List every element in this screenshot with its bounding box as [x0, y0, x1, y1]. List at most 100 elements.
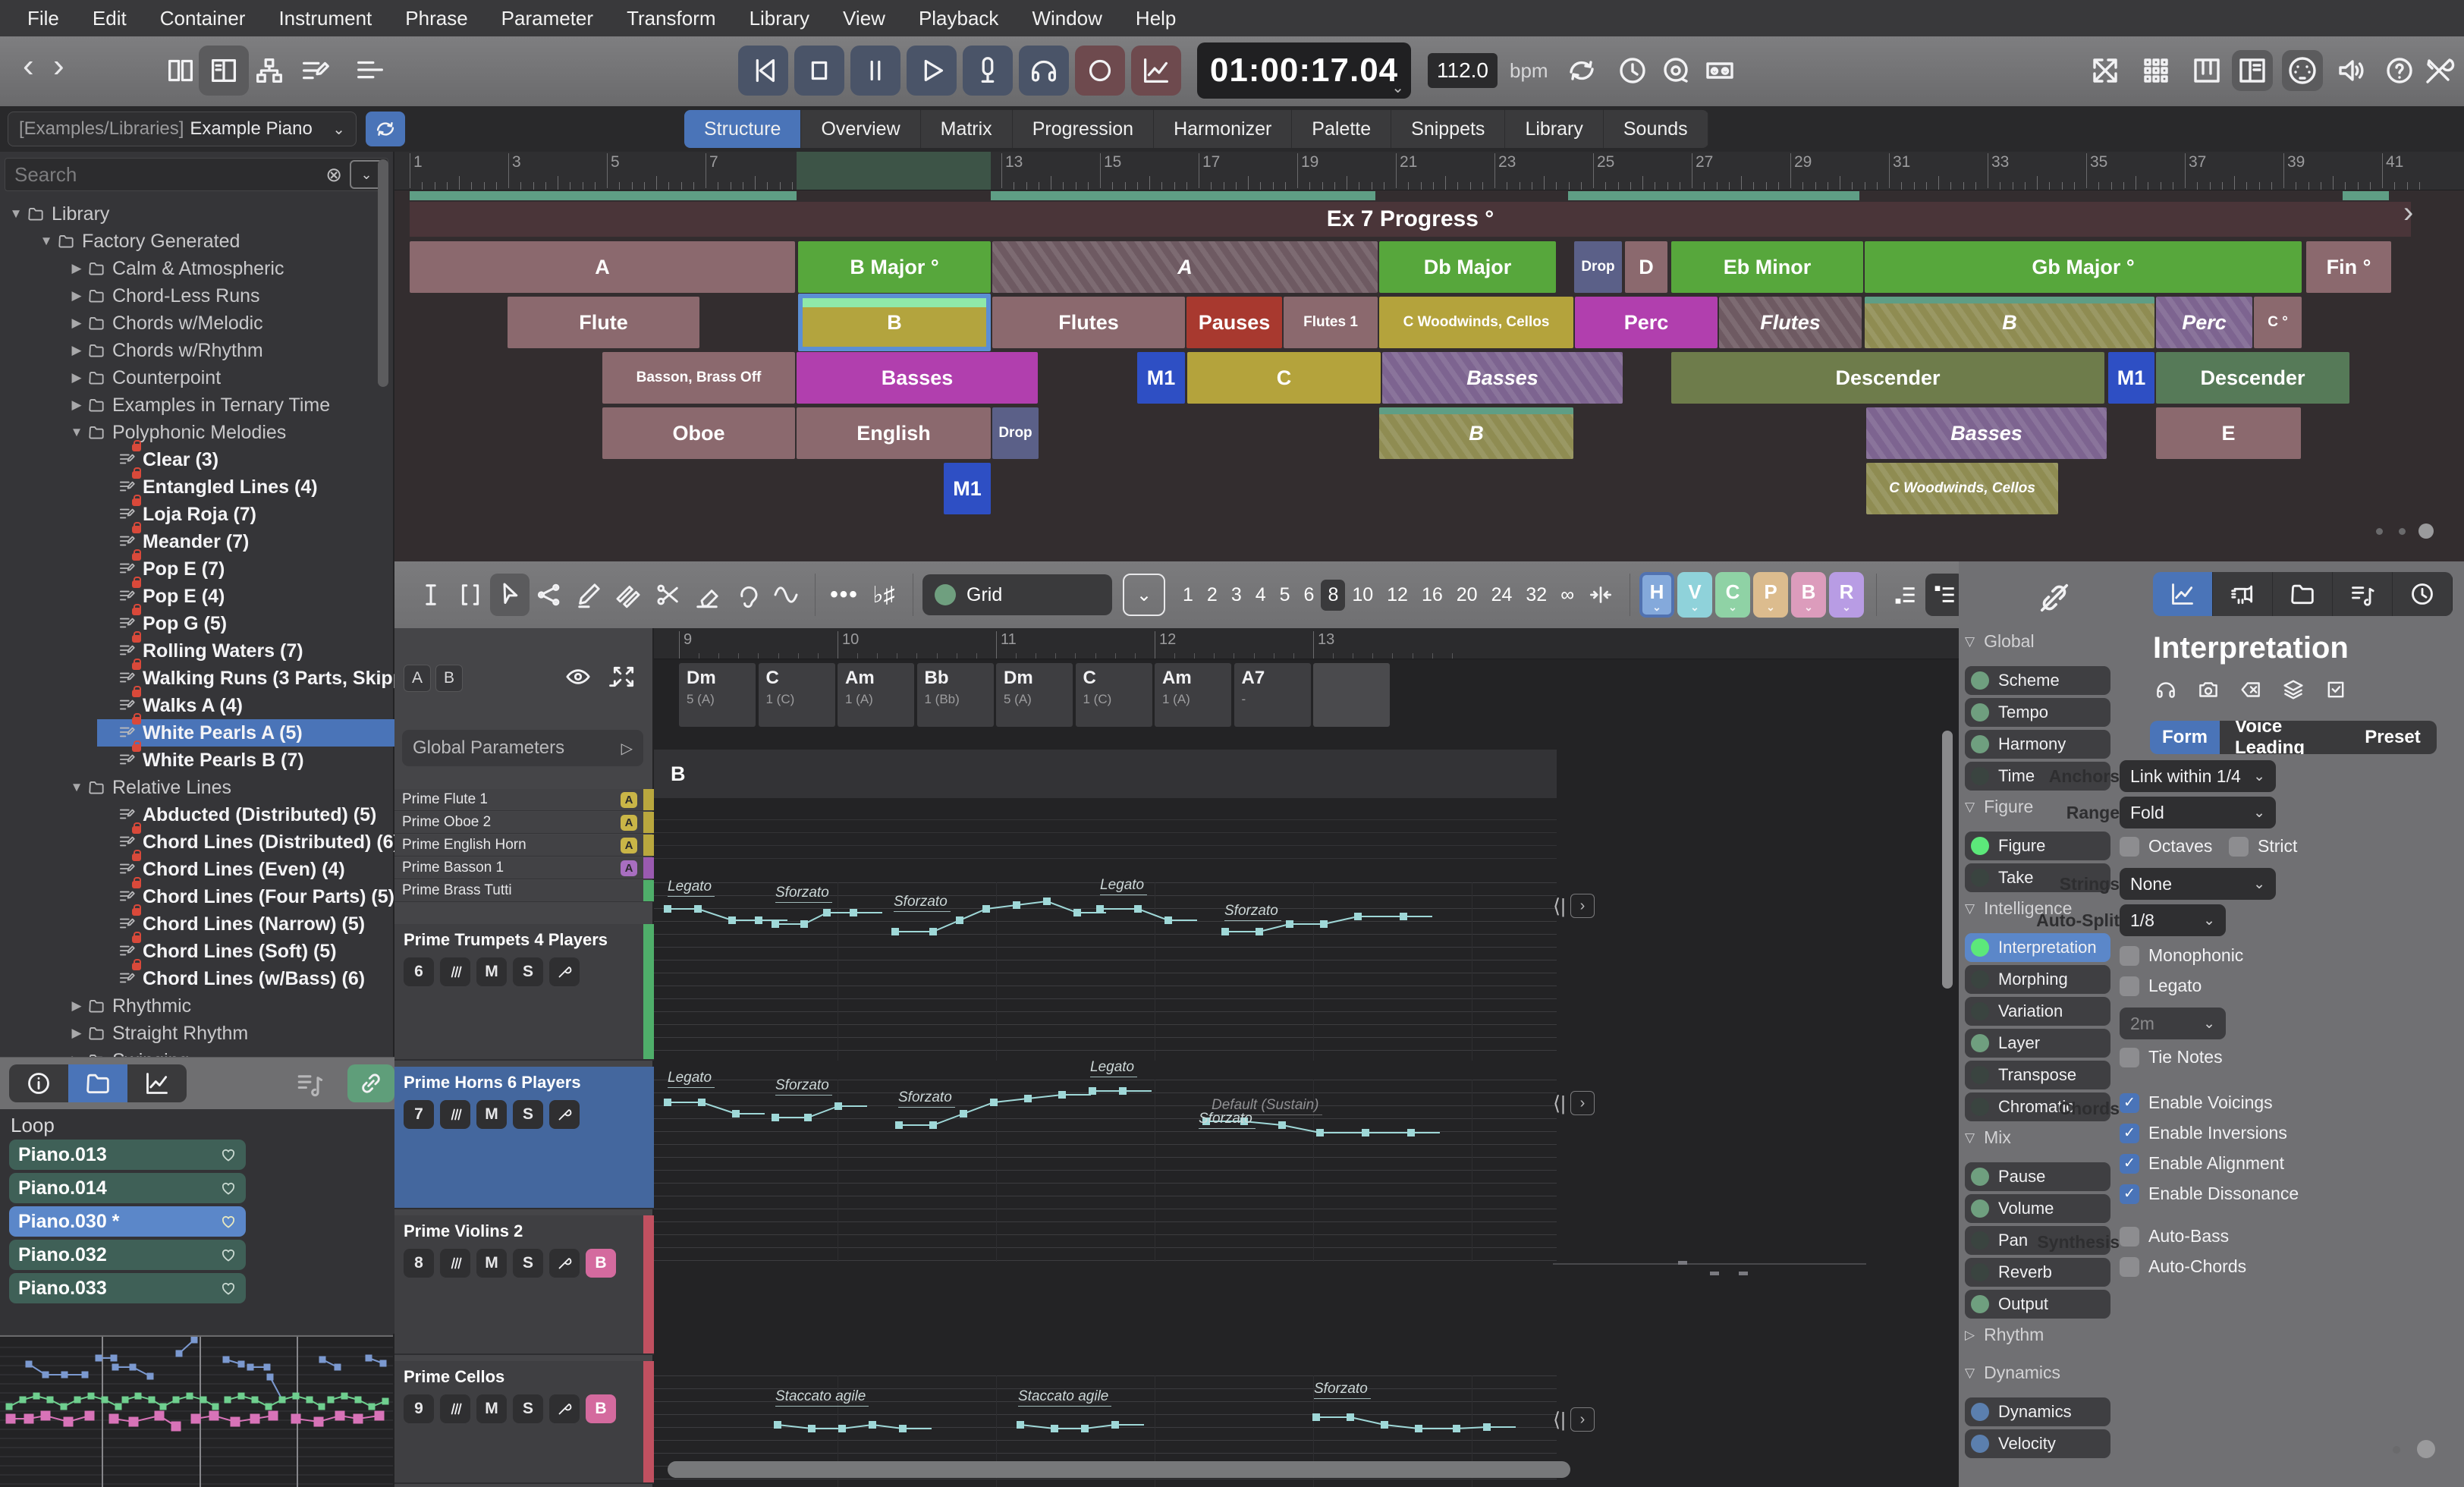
checkbox-monophonic[interactable]: Monophonic: [2120, 945, 2243, 966]
side-panel-toggle[interactable]: [2232, 50, 2273, 91]
nodes-tool[interactable]: [530, 574, 569, 616]
phrase-block[interactable]: B: [1379, 407, 1573, 459]
track-group[interactable]: Prime Violins 28MSB: [394, 1215, 654, 1355]
mute-button[interactable]: M: [476, 1100, 507, 1129]
select-none[interactable]: None⌄: [2120, 868, 2276, 900]
tree-folder[interactable]: ▼Library: [6, 200, 109, 228]
menu-transform[interactable]: Transform: [610, 0, 733, 36]
chord-cell[interactable]: A7-: [1234, 663, 1311, 727]
menu-instrument[interactable]: Instrument: [262, 0, 388, 36]
division-6[interactable]: 6: [1297, 580, 1322, 611]
accidentals-button[interactable]: ♭♯: [864, 574, 904, 616]
tree-folder[interactable]: ▼Relative Lines: [67, 774, 231, 801]
phrase-block[interactable]: Oboe: [602, 407, 795, 459]
editor-hscrollbar[interactable]: [668, 1461, 1570, 1478]
select-fold[interactable]: Fold⌄: [2120, 797, 2276, 828]
lane-handle[interactable]: ⟨|›: [1553, 1091, 1595, 1115]
tree-item[interactable]: Loja Roja (7): [97, 501, 256, 528]
menu-container[interactable]: Container: [143, 0, 262, 36]
param-chip-tempo[interactable]: Tempo: [1965, 698, 2110, 727]
checkbox-auto-bass[interactable]: Auto-Bass: [2120, 1226, 2229, 1247]
chevron-collapsed-icon[interactable]: ▶: [67, 370, 86, 385]
tree-item[interactable]: Walks A (4): [97, 692, 243, 719]
division-32[interactable]: 32: [1519, 580, 1554, 611]
view-note-list-button[interactable]: [2333, 572, 2393, 616]
tab-preset[interactable]: Preset: [2349, 721, 2437, 754]
pencil-multi-tool[interactable]: [608, 574, 648, 616]
chevron-expanded-icon[interactable]: ▼: [36, 234, 56, 249]
articulation-label[interactable]: Staccato agile: [1018, 1388, 1111, 1407]
chevron-expanded-icon[interactable]: ▼: [6, 206, 26, 222]
chevron-collapsed-icon[interactable]: ▶: [67, 261, 86, 276]
chord-cell[interactable]: Am1 (A): [838, 663, 914, 727]
piano-keys-toggle[interactable]: [2186, 50, 2227, 91]
tree-scrollbar[interactable]: [378, 159, 388, 387]
articulation-label[interactable]: Sforzato: [1199, 1111, 1256, 1129]
chord-cell[interactable]: Am1 (A): [1155, 663, 1231, 727]
phrase-block[interactable]: Flutes: [992, 297, 1185, 348]
articulation-label[interactable]: Sforzato: [894, 894, 951, 912]
tab-palette[interactable]: Palette: [1292, 110, 1391, 148]
scroll-dot-active[interactable]: [2417, 1440, 2435, 1458]
tree-folder[interactable]: ▶Calm & Atmospheric: [67, 255, 284, 282]
tree-item[interactable]: Pop E (7): [97, 555, 225, 583]
division-4[interactable]: 4: [1249, 580, 1273, 611]
division-∞[interactable]: ∞: [1554, 580, 1581, 611]
tree-item[interactable]: Meander (7): [97, 528, 249, 555]
phrase-block[interactable]: Db Major: [1379, 241, 1556, 293]
variant-b-badge[interactable]: B: [586, 1249, 616, 1278]
phrase-block[interactable]: B: [798, 294, 991, 351]
tree-folder[interactable]: ▶Chords w/Melodic: [67, 310, 263, 337]
phrase-block[interactable]: Fin °: [2306, 241, 2391, 293]
tree-folder[interactable]: ▶Chord-Less Runs: [67, 282, 260, 310]
param-chip-pause[interactable]: Pause: [1965, 1162, 2110, 1191]
play-button[interactable]: [907, 46, 957, 96]
track-row[interactable]: Prime English HornA: [394, 835, 654, 857]
layer-button-B[interactable]: B⌄: [1791, 572, 1826, 618]
container-title-bar[interactable]: Ex 7 Progress °: [410, 202, 2411, 237]
grid-dots-toggle[interactable]: [2136, 50, 2176, 91]
layer-button-V[interactable]: V⌄: [1677, 572, 1712, 618]
phrase-editor[interactable]: 910111213Dm5 (A)C1 (C)Am1 (A)Bb1 (Bb)Dm5…: [654, 628, 1959, 1487]
search-input[interactable]: Search⊗⌄: [5, 158, 388, 191]
chevron-collapsed-icon[interactable]: ▶: [67, 316, 86, 331]
phrase-block[interactable]: Flute: [508, 297, 699, 348]
phrase-block[interactable]: D: [1625, 241, 1667, 293]
checkbox-box[interactable]: [2120, 976, 2139, 996]
chord-cell[interactable]: Dm5 (A): [679, 663, 756, 727]
checkbox-auto-chords[interactable]: Auto-Chords: [2120, 1256, 2246, 1277]
menu-library[interactable]: Library: [733, 0, 826, 36]
phrase-block[interactable]: C Woodwinds, Cellos: [1866, 463, 2058, 514]
arrangement-ruler[interactable]: 1357911131517192123252729313335373941: [394, 152, 2464, 190]
tempo-field[interactable]: 112.0: [1428, 53, 1498, 88]
ibeam-tool[interactable]: [411, 574, 451, 616]
articulation-label[interactable]: Sforzato: [775, 1077, 832, 1096]
editor-ruler[interactable]: 910111213: [654, 628, 1959, 659]
tree-item[interactable]: White Pearls B (7): [97, 747, 304, 774]
stripes-button[interactable]: [440, 957, 470, 986]
checkbox-box[interactable]: [2120, 1048, 2139, 1067]
division-1[interactable]: 1: [1176, 580, 1200, 611]
param-section-dynamics[interactable]: ▽Dynamics: [1965, 1363, 2060, 1383]
param-chip-velocity[interactable]: Velocity: [1965, 1429, 2110, 1458]
loop-item[interactable]: Piano.032: [9, 1240, 246, 1270]
tree-item[interactable]: White Pearls A (5): [97, 719, 394, 747]
solo-button[interactable]: S: [513, 1249, 543, 1278]
track-group[interactable]: Prime Cellos9MSB: [394, 1361, 654, 1484]
channel-number[interactable]: 9: [404, 1394, 434, 1423]
expand-lane-button[interactable]: ›: [1570, 894, 1595, 918]
param-chip-transpose[interactable]: Transpose: [1965, 1061, 2110, 1089]
layer-button-R[interactable]: R⌄: [1829, 572, 1864, 618]
channel-number[interactable]: 8: [404, 1249, 434, 1278]
select-1-8[interactable]: 1/8⌄: [2120, 904, 2226, 936]
lane-handle[interactable]: ⟨|›: [1553, 894, 1595, 918]
checkbox-box[interactable]: ✓: [2120, 1154, 2139, 1174]
pause-button[interactable]: [850, 46, 900, 96]
phrase-block[interactable]: C Woodwinds, Cellos: [1379, 297, 1573, 348]
stripes-button[interactable]: [440, 1394, 470, 1423]
expand-lane-button[interactable]: ›: [1570, 1407, 1595, 1432]
phrase-block[interactable]: Gb Major °: [1865, 241, 2302, 293]
phrase-block[interactable]: Drop: [1574, 241, 1622, 293]
tab-library[interactable]: Library: [1505, 110, 1603, 148]
expand-button[interactable]: [608, 662, 639, 692]
